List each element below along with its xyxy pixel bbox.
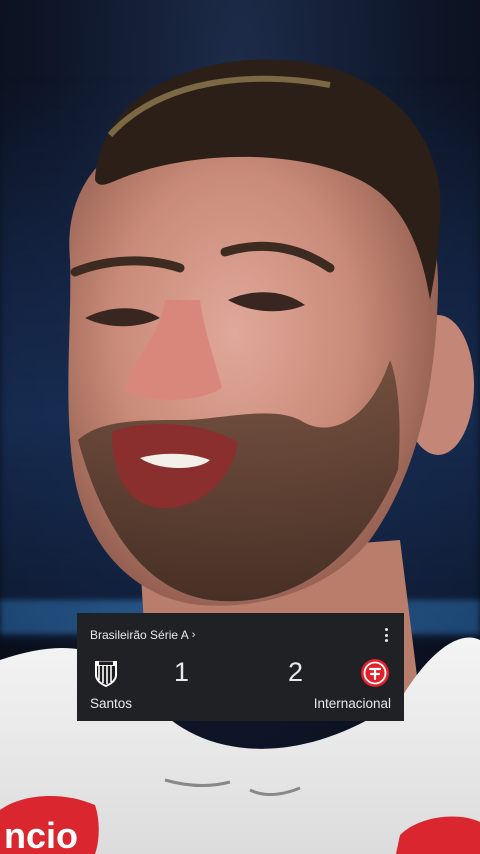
home-team-name[interactable]: Santos xyxy=(90,696,132,711)
away-score: 2 xyxy=(288,657,304,687)
competition-link[interactable]: Brasileirão Série A › xyxy=(90,628,195,642)
more-options-icon[interactable] xyxy=(382,627,390,643)
away-team-name[interactable]: Internacional xyxy=(314,696,391,711)
video-frame: ncio Brasileirão Série A › 1 2 Santos In… xyxy=(0,0,480,854)
home-score: 1 xyxy=(174,657,190,687)
player-portrait: ncio xyxy=(0,59,480,854)
chevron-right-icon: › xyxy=(191,629,196,641)
internacional-crest-icon xyxy=(361,659,389,687)
competition-label: Brasileirão Série A xyxy=(90,628,189,642)
jersey-sponsor-text: ncio xyxy=(4,815,78,854)
santos-crest-icon xyxy=(95,661,117,687)
scoreboard-card[interactable]: Brasileirão Série A › 1 2 Santos Interna… xyxy=(77,613,404,721)
